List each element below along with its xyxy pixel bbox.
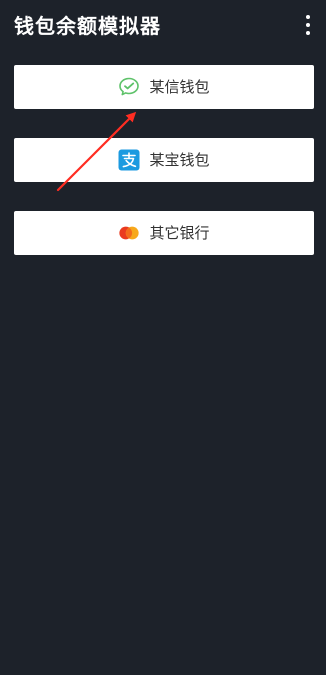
menu-dot xyxy=(306,23,310,27)
page-title: 钱包余额模拟器 xyxy=(14,14,161,38)
other-bank-button[interactable]: 其它银行 xyxy=(14,211,314,255)
app-bar: 钱包余额模拟器 xyxy=(0,0,326,52)
other-bank-label: 其它银行 xyxy=(149,224,210,242)
app-screen: 钱包余额模拟器 某信钱包 某宝钱包 其它银行 xyxy=(0,0,326,675)
alipay-wallet-label: 某宝钱包 xyxy=(149,151,210,169)
wechat-wallet-label: 某信钱包 xyxy=(149,78,210,96)
more-vert-icon[interactable] xyxy=(304,15,312,35)
mastercard-icon xyxy=(118,222,140,244)
wechat-icon xyxy=(118,76,140,98)
alipay-icon xyxy=(118,149,140,171)
menu-dot xyxy=(306,15,310,19)
alipay-wallet-button[interactable]: 某宝钱包 xyxy=(14,138,314,182)
menu-dot xyxy=(306,31,310,35)
wechat-wallet-button[interactable]: 某信钱包 xyxy=(14,65,314,109)
